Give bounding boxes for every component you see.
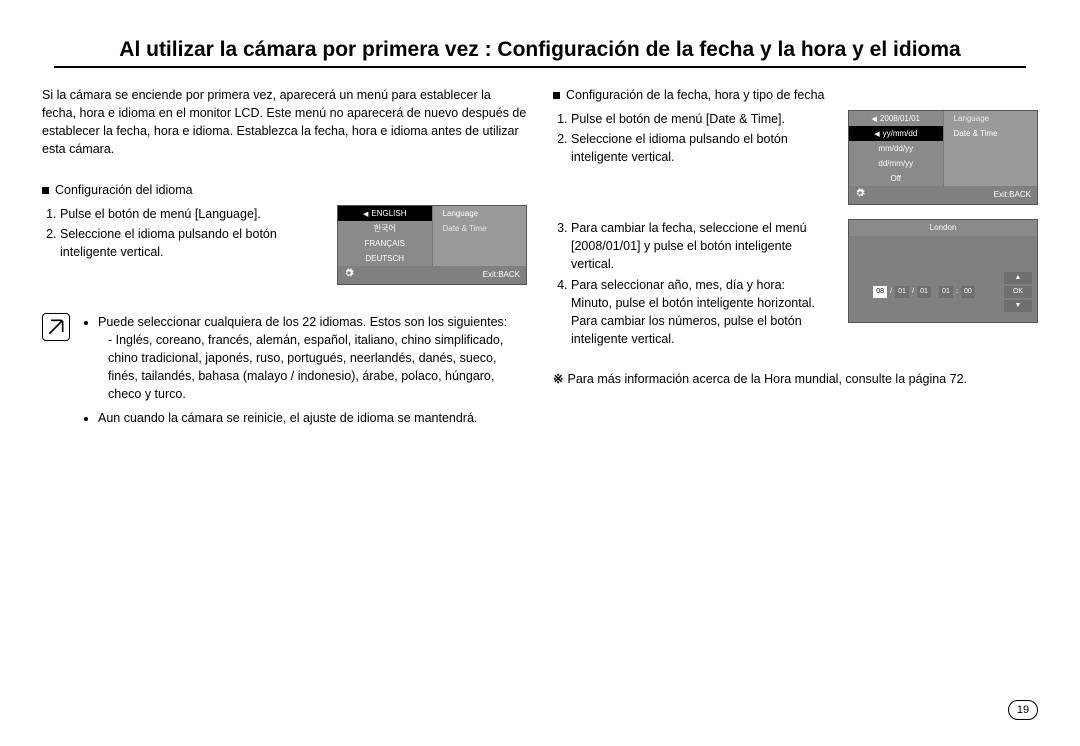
note-languages: Puede seleccionar cualquiera de los 22 i… bbox=[98, 313, 527, 404]
note-icon bbox=[42, 313, 70, 341]
dt-step-3: Para cambiar la fecha, seleccione el men… bbox=[571, 219, 834, 273]
note-persist: Aun cuando la cámara se reinicie, el aju… bbox=[98, 409, 527, 427]
lcd-lang-german: DEUTSCH bbox=[338, 251, 432, 266]
lang-step-1: Pulse el botón de menú [Language]. bbox=[60, 205, 323, 223]
lang-step-2: Seleccione el idioma pulsando el botón i… bbox=[60, 225, 323, 261]
arrow-down-icon: ▼ bbox=[1004, 300, 1032, 312]
lcd-date-edit: London 08 / 01 / 01 01 : 00 bbox=[848, 219, 1038, 323]
lcd-fmt-yymmdd: yy/mm/dd bbox=[849, 126, 943, 141]
lcd-language-menu: ENGLISH 한국어 FRANÇAIS DEUTSCH Language Da… bbox=[337, 205, 527, 285]
gear-icon bbox=[855, 188, 865, 202]
left-column: Si la cámara se enciende por primera vez… bbox=[42, 86, 527, 433]
page-title: Al utilizar la cámara por primera vez : … bbox=[54, 38, 1026, 68]
bullet-square-icon bbox=[42, 187, 49, 194]
lcd-min-cell: 00 bbox=[961, 286, 975, 298]
lcd-lang-french: FRANÇAIS bbox=[338, 236, 432, 251]
lcd-lang-english: ENGLISH bbox=[338, 206, 432, 221]
bullet-square-icon bbox=[553, 92, 560, 99]
intro-paragraph: Si la cámara se enciende por primera vez… bbox=[42, 86, 527, 159]
arrow-up-icon: ▲ bbox=[1004, 272, 1032, 284]
dt-step-2: Seleccione el idioma pulsando el botón i… bbox=[571, 130, 834, 166]
section-datetime-config: Configuración de la fecha, hora y tipo d… bbox=[553, 86, 1038, 104]
lcd-city: London bbox=[849, 220, 1037, 236]
lcd-tab-datetime: Date & Time bbox=[433, 221, 527, 236]
dt-step-1: Pulse el botón de menú [Date & Time]. bbox=[571, 110, 834, 128]
section-language-config: Configuración del idioma bbox=[42, 181, 527, 199]
worldtime-footnote: ※Para más información acerca de la Hora … bbox=[553, 370, 1038, 388]
lcd-exit-back: Exit:BACK bbox=[483, 269, 520, 281]
right-column: Configuración de la fecha, hora y tipo d… bbox=[553, 86, 1038, 433]
lcd-fmt-mmddyy: mm/dd/yy bbox=[849, 141, 943, 156]
lcd-day-cell: 01 bbox=[917, 286, 931, 298]
page-number: 19 bbox=[1008, 700, 1038, 720]
lcd-exit-back: Exit:BACK bbox=[994, 189, 1031, 201]
dt-step-4: Para seleccionar año, mes, día y hora: M… bbox=[571, 276, 834, 349]
reference-mark-icon: ※ bbox=[553, 372, 563, 386]
lcd-datetype-menu: 2008/01/01 yy/mm/dd mm/dd/yy dd/mm/yy Of… bbox=[848, 110, 1038, 205]
lcd-tab-language: Language bbox=[944, 111, 1038, 126]
lcd-dateval: 2008/01/01 bbox=[849, 111, 943, 126]
lcd-ok-button: OK bbox=[1004, 286, 1032, 298]
lcd-lang-korean: 한국어 bbox=[338, 221, 432, 236]
lcd-hour-cell: 01 bbox=[939, 286, 953, 298]
lcd-year-cell: 08 bbox=[873, 286, 887, 298]
gear-icon bbox=[344, 268, 354, 282]
lcd-month-cell: 01 bbox=[895, 286, 909, 298]
note-language-list: - Inglés, coreano, francés, alemán, espa… bbox=[98, 331, 527, 404]
lcd-fmt-off: Off bbox=[849, 171, 943, 186]
lcd-tab-language: Language bbox=[433, 206, 527, 221]
lcd-fmt-ddmmyy: dd/mm/yy bbox=[849, 156, 943, 171]
lcd-tab-datetime: Date & Time bbox=[944, 126, 1038, 141]
